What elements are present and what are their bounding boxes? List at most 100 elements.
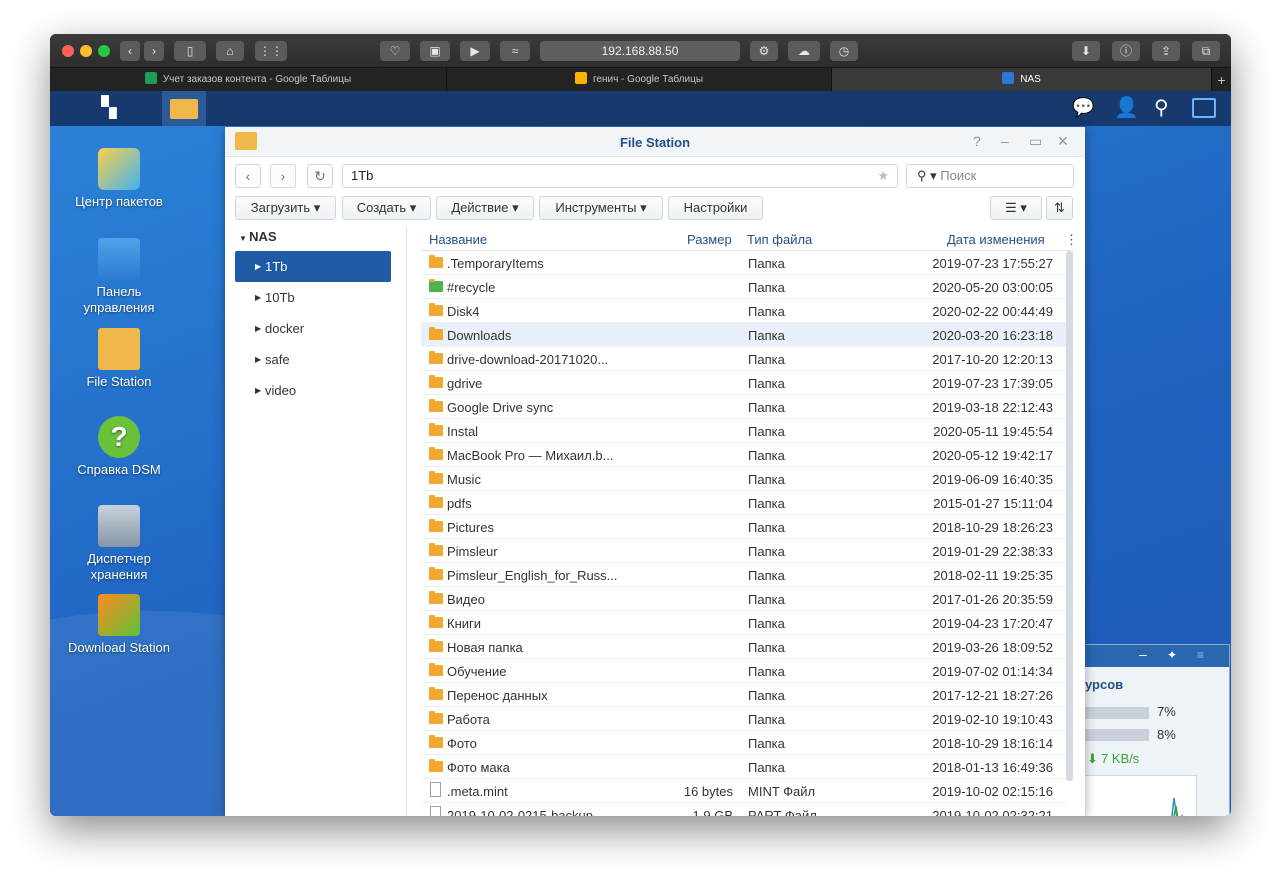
table-row[interactable]: #recycle Папка 2020-05-20 03:00:05 [421,275,1067,299]
play-icon[interactable]: ▶ [460,41,490,61]
table-row[interactable]: Перенос данных Папка 2017-12-21 18:27:26 [421,683,1067,707]
desktop-icon-package-center[interactable]: Центр пакетов [64,148,174,210]
tree-item-docker[interactable]: ▶ docker [235,313,391,344]
table-row[interactable]: Music Папка 2019-06-09 16:40:35 [421,467,1067,491]
cell-date: 2017-12-21 18:27:26 [932,688,1053,703]
close-window-button[interactable] [62,45,74,57]
address-bar[interactable]: 192.168.88.50 [540,41,740,61]
tab-google-sheets-orders[interactable]: Учет заказов контента - Google Таблицы [50,68,447,92]
desktop-icon-help[interactable]: ? Справка DSM [64,416,174,478]
search-icon[interactable]: ⚲ [1154,95,1178,121]
column-date[interactable]: Дата изменения [947,232,1045,247]
desktop-icon-control-panel[interactable]: Панель управления [64,238,174,316]
desktop-icon-download-station[interactable]: Download Station [64,594,174,656]
close-icon[interactable]: ✕ [1057,133,1069,150]
widgets-icon[interactable] [1192,98,1216,118]
table-row[interactable]: Фото мака Папка 2018-01-13 16:49:36 [421,755,1067,779]
tree-item-video[interactable]: ▶ video [235,375,391,406]
column-size[interactable]: Размер [687,232,732,247]
top-sites-icon[interactable]: ⋮⋮ [255,41,287,61]
pin-icon[interactable]: ✦ [1167,648,1177,662]
shield-icon[interactable]: ♡ [380,41,410,61]
table-row[interactable]: 2019-10-02-0215-backup... 1.9 GB PART Файл… [421,803,1067,816]
tools-button[interactable]: Инструменты ▾ [539,196,663,220]
cell-date: 2020-03-20 16:23:18 [932,328,1053,343]
create-button[interactable]: Создать ▾ [342,196,431,220]
table-row[interactable]: Pimsleur Папка 2019-01-29 22:38:33 [421,539,1067,563]
tree-item-safe[interactable]: ▶ safe [235,344,391,375]
table-row[interactable]: Работа Папка 2019-02-10 19:10:43 [421,707,1067,731]
tree-item-label: docker [265,321,305,336]
desktop-icon-storage-manager[interactable]: Диспетчер хранения [64,505,174,583]
minimize-window-button[interactable] [80,45,92,57]
clock-icon[interactable]: ◷ [830,41,858,61]
column-type[interactable]: Тип файла [747,232,812,247]
user-icon[interactable]: 👤 [1114,95,1139,121]
tabs-overview-icon[interactable]: ⧉ [1192,41,1220,61]
table-row[interactable]: pdfs Папка 2015-01-27 15:11:04 [421,491,1067,515]
cloud-icon[interactable]: ☁ [788,41,820,61]
table-row[interactable]: Downloads Папка 2020-03-20 16:23:18 [421,323,1067,347]
tree-item-1tb[interactable]: ▶ 1Tb [235,251,391,282]
refresh-button[interactable]: ↻ [307,164,333,188]
settings-button[interactable]: Настройки [668,196,763,220]
widget-settings-icon[interactable]: ≡ [1197,648,1204,662]
table-row[interactable]: Видео Папка 2017-01-26 20:35:59 [421,587,1067,611]
main-menu-icon[interactable]: ▚ [90,91,128,126]
table-row[interactable]: Instal Папка 2020-05-11 19:45:54 [421,419,1067,443]
rss-icon[interactable]: ≈ [500,41,530,61]
favorite-star-icon[interactable]: ★ [877,165,889,187]
table-row[interactable]: Новая папка Папка 2019-03-26 18:09:52 [421,635,1067,659]
table-row[interactable]: .TemporaryItems Папка 2019-07-23 17:55:27 [421,251,1067,275]
sidebar-icon[interactable]: ▯ [174,41,206,61]
action-button[interactable]: Действие ▾ [436,196,534,220]
desktop-icon-label: Центр пакетов [75,194,163,209]
share-icon[interactable]: ⇪ [1152,41,1180,61]
search-field[interactable]: ⚲ ▾ Поиск [906,164,1074,188]
maximize-icon[interactable]: ▭ [1029,133,1042,150]
sort-button[interactable]: ⇅ [1046,196,1073,220]
storage-manager-icon [98,505,140,547]
tree-root[interactable]: ▼ NAS [239,229,277,244]
notification-icon[interactable]: 💬 [1072,97,1096,121]
minimize-icon[interactable]: – [1139,646,1147,662]
table-row[interactable]: MacBook Pro — Михаил.b... Папка 2020-05-12… [421,443,1067,467]
back-icon[interactable]: ‹ [120,41,140,61]
table-row[interactable]: gdrive Папка 2019-07-23 17:39:05 [421,371,1067,395]
table-row[interactable]: Pictures Папка 2018-10-29 18:26:23 [421,515,1067,539]
forward-button[interactable]: › [270,164,296,188]
home-icon[interactable]: ⌂ [216,41,244,61]
tab-nas[interactable]: NAS [832,68,1212,92]
view-mode-button[interactable]: ☰ ▾ [990,196,1042,220]
path-bar[interactable]: 1Tb ★ [342,164,898,188]
table-row[interactable]: Pimsleur_English_for_Russ... Папка 2018-02… [421,563,1067,587]
zoom-window-button[interactable] [98,45,110,57]
back-button[interactable]: ‹ [235,164,261,188]
minimize-icon[interactable]: – [1001,133,1009,149]
download-station-icon [98,594,140,636]
extension-icon[interactable]: ▣ [420,41,450,61]
list-scrollbar[interactable] [1066,251,1073,781]
desktop-icon-file-station[interactable]: File Station [64,328,174,390]
forward-icon[interactable]: › [144,41,164,61]
window-titlebar[interactable]: File Station ? – ▭ ✕ [225,127,1085,157]
column-menu-icon[interactable]: ⋮ [1065,232,1075,248]
table-row[interactable]: Disk4 Папка 2020-02-22 00:44:49 [421,299,1067,323]
settings-gear-icon[interactable]: ⚙ [750,41,778,61]
tab-google-sheets-genich[interactable]: генич - Google Таблицы [447,68,832,92]
download-icon[interactable]: ⬇ [1072,41,1100,61]
tree-item-10tb[interactable]: ▶ 10Tb [235,282,391,313]
table-row[interactable]: .meta.mint 16 bytes MINT Файл 2019-10-02 02… [421,779,1067,803]
column-name[interactable]: Название [429,232,487,247]
new-tab-button[interactable]: + [1212,68,1231,92]
table-row[interactable]: drive-download-20171020... Папка 2017-10-2… [421,347,1067,371]
taskbar-file-station[interactable] [162,91,206,126]
table-row[interactable]: Обучение Папка 2019-07-02 01:14:34 [421,659,1067,683]
upload-button[interactable]: Загрузить ▾ [235,196,336,220]
info-icon[interactable]: ⓘ [1112,41,1140,61]
help-icon[interactable]: ? [973,133,981,149]
table-row[interactable]: Книги Папка 2019-04-23 17:20:47 [421,611,1067,635]
cell-name: gdrive [447,376,483,391]
table-row[interactable]: Google Drive sync Папка 2019-03-18 22:12:4… [421,395,1067,419]
table-row[interactable]: Фото Папка 2018-10-29 18:16:14 [421,731,1067,755]
